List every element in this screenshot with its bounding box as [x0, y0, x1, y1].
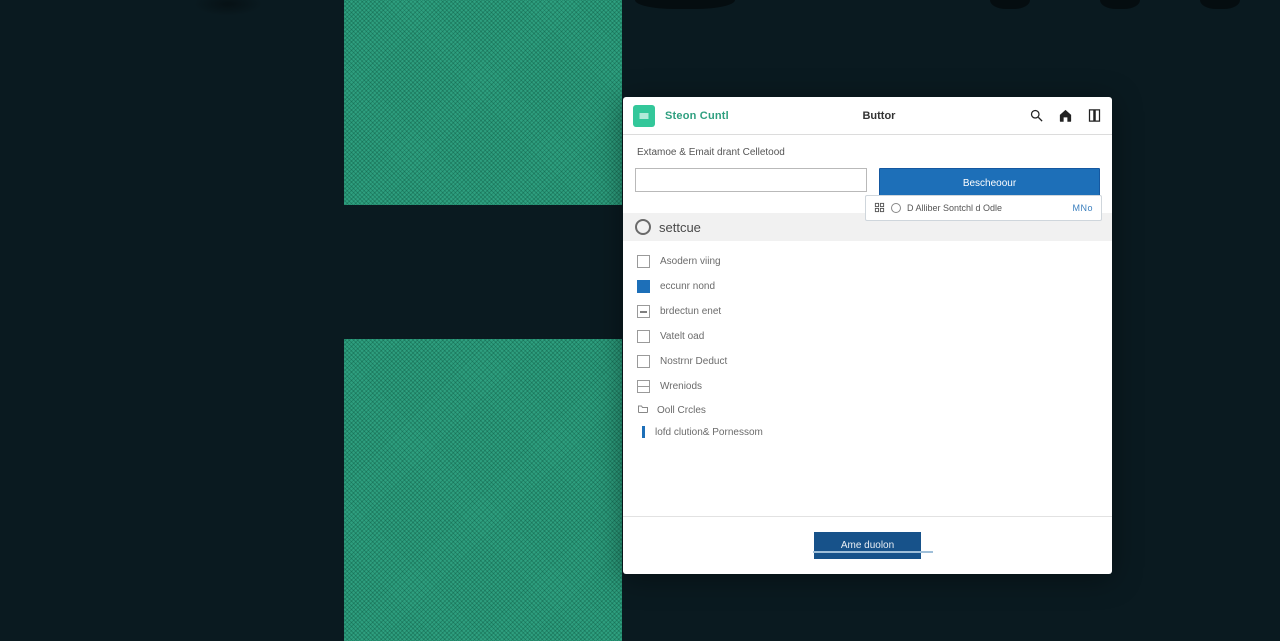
bg-blob [1100, 0, 1140, 9]
dialog-body: Extamoe & Emait drant Celletood Bescheoo… [623, 135, 1112, 516]
bg-panel-top [344, 0, 622, 205]
option-row[interactable]: Nostrnr Deduct [635, 349, 1100, 374]
bg-panel-bottom [344, 339, 622, 641]
bookmark-icon[interactable] [1087, 108, 1102, 123]
card-name: D Alliber Sontchl d Odle [907, 203, 1066, 213]
folder-link[interactable]: Ooll Crcles [635, 399, 1100, 422]
grid-icon [874, 202, 885, 215]
search-input[interactable] [635, 168, 867, 192]
option-label: Nostrnr Deduct [660, 356, 727, 367]
option-label: brdectun enet [660, 306, 721, 317]
section-label: settcue [659, 220, 701, 235]
option-label: Asodern viing [660, 256, 721, 267]
option-row[interactable]: Wreniods [635, 374, 1100, 399]
bar-icon [642, 426, 645, 438]
bg-smudge [193, 0, 263, 16]
selected-card[interactable]: D Alliber Sontchl d Odle MNo [865, 195, 1102, 221]
folder-link-label: Ooll Crcles [657, 405, 706, 416]
option-row[interactable]: Vatelt oad [635, 324, 1100, 349]
checkbox-icon[interactable] [637, 355, 650, 368]
option-row[interactable]: brdectun enet [635, 299, 1100, 324]
bg-blob [990, 0, 1030, 9]
checkbox-checked-icon[interactable] [637, 280, 650, 293]
dialog: Steon Cuntl Buttor Extamoe & Emait drant… [623, 97, 1112, 574]
options-list: Asodern viing eccunr nond brdectun enet … [635, 249, 1100, 442]
radio-icon [635, 219, 651, 235]
breadcrumb: Extamoe & Emait drant Celletood [637, 147, 1100, 158]
option-label: Vatelt oad [660, 331, 704, 342]
dialog-title: Buttor [739, 110, 1019, 122]
option-row[interactable]: eccunr nond [635, 274, 1100, 299]
option-row[interactable]: Asodern viing [635, 249, 1100, 274]
app-background: Steon Cuntl Buttor Extamoe & Emait drant… [0, 0, 1280, 640]
option-label: eccunr nond [660, 281, 715, 292]
checkbox-split-icon[interactable] [637, 380, 650, 393]
dialog-header: Steon Cuntl Buttor [623, 97, 1112, 135]
app-logo[interactable] [633, 105, 655, 127]
card-ratio: MNo [1072, 203, 1093, 213]
permissions-link[interactable]: lofd clution& Pornessom [635, 422, 1100, 442]
status-dot-icon [891, 203, 901, 213]
footer-underline [813, 551, 933, 553]
bg-blob [635, 0, 735, 9]
checkbox-icon[interactable] [637, 330, 650, 343]
bg-blob [1200, 0, 1240, 9]
option-label: Wreniods [660, 381, 702, 392]
checkbox-indeterminate-icon[interactable] [637, 305, 650, 318]
header-actions [1029, 108, 1102, 123]
permissions-link-label: lofd clution& Pornessom [655, 427, 763, 438]
search-icon[interactable] [1029, 108, 1044, 123]
logo-icon [638, 110, 650, 122]
dialog-footer: Ame duolon [623, 516, 1112, 574]
checkbox-icon[interactable] [637, 255, 650, 268]
home-icon[interactable] [1058, 108, 1073, 123]
folder-icon [637, 403, 649, 418]
confirm-button[interactable]: Ame duolon [814, 532, 921, 559]
brand-name: Steon Cuntl [665, 110, 729, 122]
